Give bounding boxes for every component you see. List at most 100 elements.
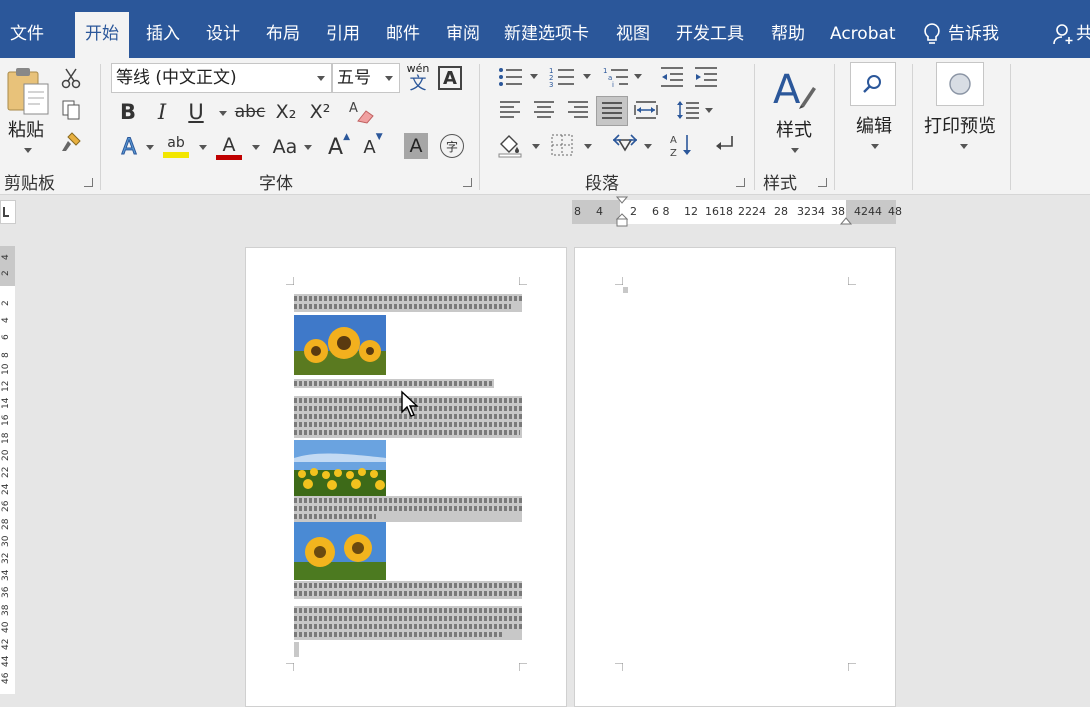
margin-corner-mark [615, 277, 623, 285]
selected-paragraph[interactable] [294, 496, 522, 522]
highlight-dropdown-arrow[interactable] [199, 145, 207, 150]
align-right-button[interactable] [564, 96, 592, 124]
editing-button[interactable] [850, 62, 896, 106]
change-case-dropdown-arrow[interactable] [304, 145, 312, 150]
character-shading-glyph: A [409, 135, 423, 157]
font-size-combo[interactable]: 五号 [332, 63, 400, 93]
sunflower-image-2[interactable] [294, 440, 386, 496]
styles-dropdown-arrow[interactable] [791, 148, 799, 153]
underline-button[interactable]: U [182, 98, 210, 126]
tab-developer[interactable]: 开发工具 [676, 12, 744, 58]
print-preview-button[interactable] [936, 62, 984, 106]
bullets-dropdown-arrow[interactable] [530, 74, 538, 79]
sunflower-image-3[interactable] [294, 522, 386, 580]
phonetic-guide-button[interactable]: wén 文 [404, 63, 432, 94]
grow-font-button[interactable]: A ▲ [326, 132, 352, 162]
tab-selector[interactable] [0, 200, 16, 224]
text-line [294, 381, 494, 386]
font-color-dropdown-arrow[interactable] [252, 145, 260, 150]
strikethrough-button[interactable]: abc [234, 98, 266, 126]
tab-design[interactable]: 设计 [206, 12, 240, 58]
selected-paragraph[interactable] [294, 606, 522, 640]
numbering-dropdown-arrow[interactable] [583, 74, 591, 79]
font-color-button[interactable]: A [214, 132, 244, 162]
highlight-button[interactable]: ab [161, 132, 191, 162]
shrink-font-button[interactable]: A ▼ [360, 132, 386, 162]
sunflower-picture [294, 315, 386, 375]
shading-dropdown-arrow[interactable] [532, 144, 540, 149]
font-name-combo[interactable]: 等线 (中文正文) [111, 63, 332, 93]
paragraph-launcher[interactable] [736, 178, 745, 187]
align-left-button[interactable] [496, 96, 524, 124]
multilevel-dropdown-arrow[interactable] [634, 74, 642, 79]
share-button[interactable]: 共 [1052, 12, 1090, 58]
selected-paragraph[interactable] [294, 294, 522, 312]
italic-button[interactable]: I [148, 98, 176, 126]
tab-acrobat[interactable]: Acrobat [830, 12, 896, 58]
tab-home[interactable]: 开始 [75, 12, 129, 58]
multilevel-list-button[interactable]: 1ai [602, 64, 630, 90]
copy-button[interactable] [60, 98, 82, 122]
tab-help[interactable]: 帮助 [771, 12, 805, 58]
clipboard-group-label: 剪贴板 [4, 174, 55, 194]
subscript-button[interactable]: X₂ [272, 98, 300, 126]
styles-gallery-button[interactable]: A [770, 64, 818, 114]
tab-layout[interactable]: 布局 [266, 12, 300, 58]
clear-formatting-button[interactable]: A [347, 98, 377, 126]
text-effects-button[interactable]: A [114, 132, 144, 162]
numbering-button[interactable]: 123 [548, 64, 576, 90]
margin-corner-mark [519, 277, 527, 285]
tab-view[interactable]: 视图 [616, 12, 650, 58]
tab-review[interactable]: 审阅 [446, 12, 480, 58]
borders-dropdown-arrow[interactable] [584, 144, 592, 149]
print-preview-dropdown-arrow[interactable] [960, 144, 968, 149]
vertical-ruler[interactable]: 4 2 2 4 6 8 10 12 14 16 18 20 22 24 26 28 30 32 34 36 38 40 42… [0, 246, 15, 694]
styles-launcher[interactable] [818, 178, 827, 187]
distributed-button[interactable] [632, 96, 660, 124]
character-border-button[interactable]: A [438, 66, 462, 90]
show-marks-button[interactable] [710, 130, 738, 160]
line-spacing-button[interactable] [674, 96, 702, 124]
paste-button[interactable] [6, 66, 50, 116]
editing-dropdown-arrow[interactable] [871, 144, 879, 149]
text-effects-dropdown-arrow[interactable] [146, 145, 154, 150]
tab-references[interactable]: 引用 [326, 12, 360, 58]
bullets-button[interactable] [496, 64, 524, 90]
font-launcher[interactable] [463, 178, 472, 187]
character-shading-button[interactable]: A [404, 133, 428, 159]
selected-paragraph[interactable] [294, 379, 494, 388]
format-painter-button[interactable] [60, 130, 82, 154]
document-page-2[interactable] [574, 247, 896, 707]
borders-button[interactable] [548, 130, 576, 160]
paste-dropdown-arrow[interactable] [24, 148, 32, 153]
align-center-button[interactable] [530, 96, 558, 124]
indent-markers[interactable] [616, 196, 628, 228]
tab-insert[interactable]: 插入 [146, 12, 180, 58]
horizontal-ruler[interactable]: 8 4 2 6 8 12 1618 2224 28 3234 38 4244 4… [572, 196, 902, 227]
line-spacing-dropdown-arrow[interactable] [705, 108, 713, 113]
right-indent-marker[interactable] [840, 214, 852, 226]
increase-indent-button[interactable] [692, 64, 720, 90]
justify-button[interactable] [596, 96, 628, 126]
sort-button[interactable]: AZ [668, 130, 696, 160]
text-line [294, 608, 522, 613]
enclose-characters-button[interactable]: 字 [440, 134, 464, 158]
superscript-button[interactable]: X² [306, 98, 334, 126]
line-spacing-icon [677, 101, 699, 119]
cut-button[interactable] [60, 66, 82, 90]
tell-me-box[interactable]: 告诉我 [922, 12, 999, 58]
decrease-indent-button[interactable] [658, 64, 686, 90]
selected-paragraph[interactable] [294, 581, 522, 599]
bold-button[interactable]: B [114, 98, 142, 126]
chinese-layout-dropdown-arrow[interactable] [644, 144, 652, 149]
tab-new-tab[interactable]: 新建选项卡 [504, 12, 589, 58]
chinese-layout-button[interactable] [610, 130, 640, 160]
tab-mailings[interactable]: 邮件 [386, 12, 420, 58]
sunflower-image-1[interactable] [294, 315, 386, 375]
underline-dropdown-arrow[interactable] [219, 111, 227, 116]
shading-button[interactable] [496, 130, 524, 160]
clipboard-launcher[interactable] [84, 178, 93, 187]
change-case-button[interactable]: Aa [268, 132, 302, 162]
group-separator [479, 64, 480, 190]
tab-file[interactable]: 文件 [10, 12, 44, 58]
